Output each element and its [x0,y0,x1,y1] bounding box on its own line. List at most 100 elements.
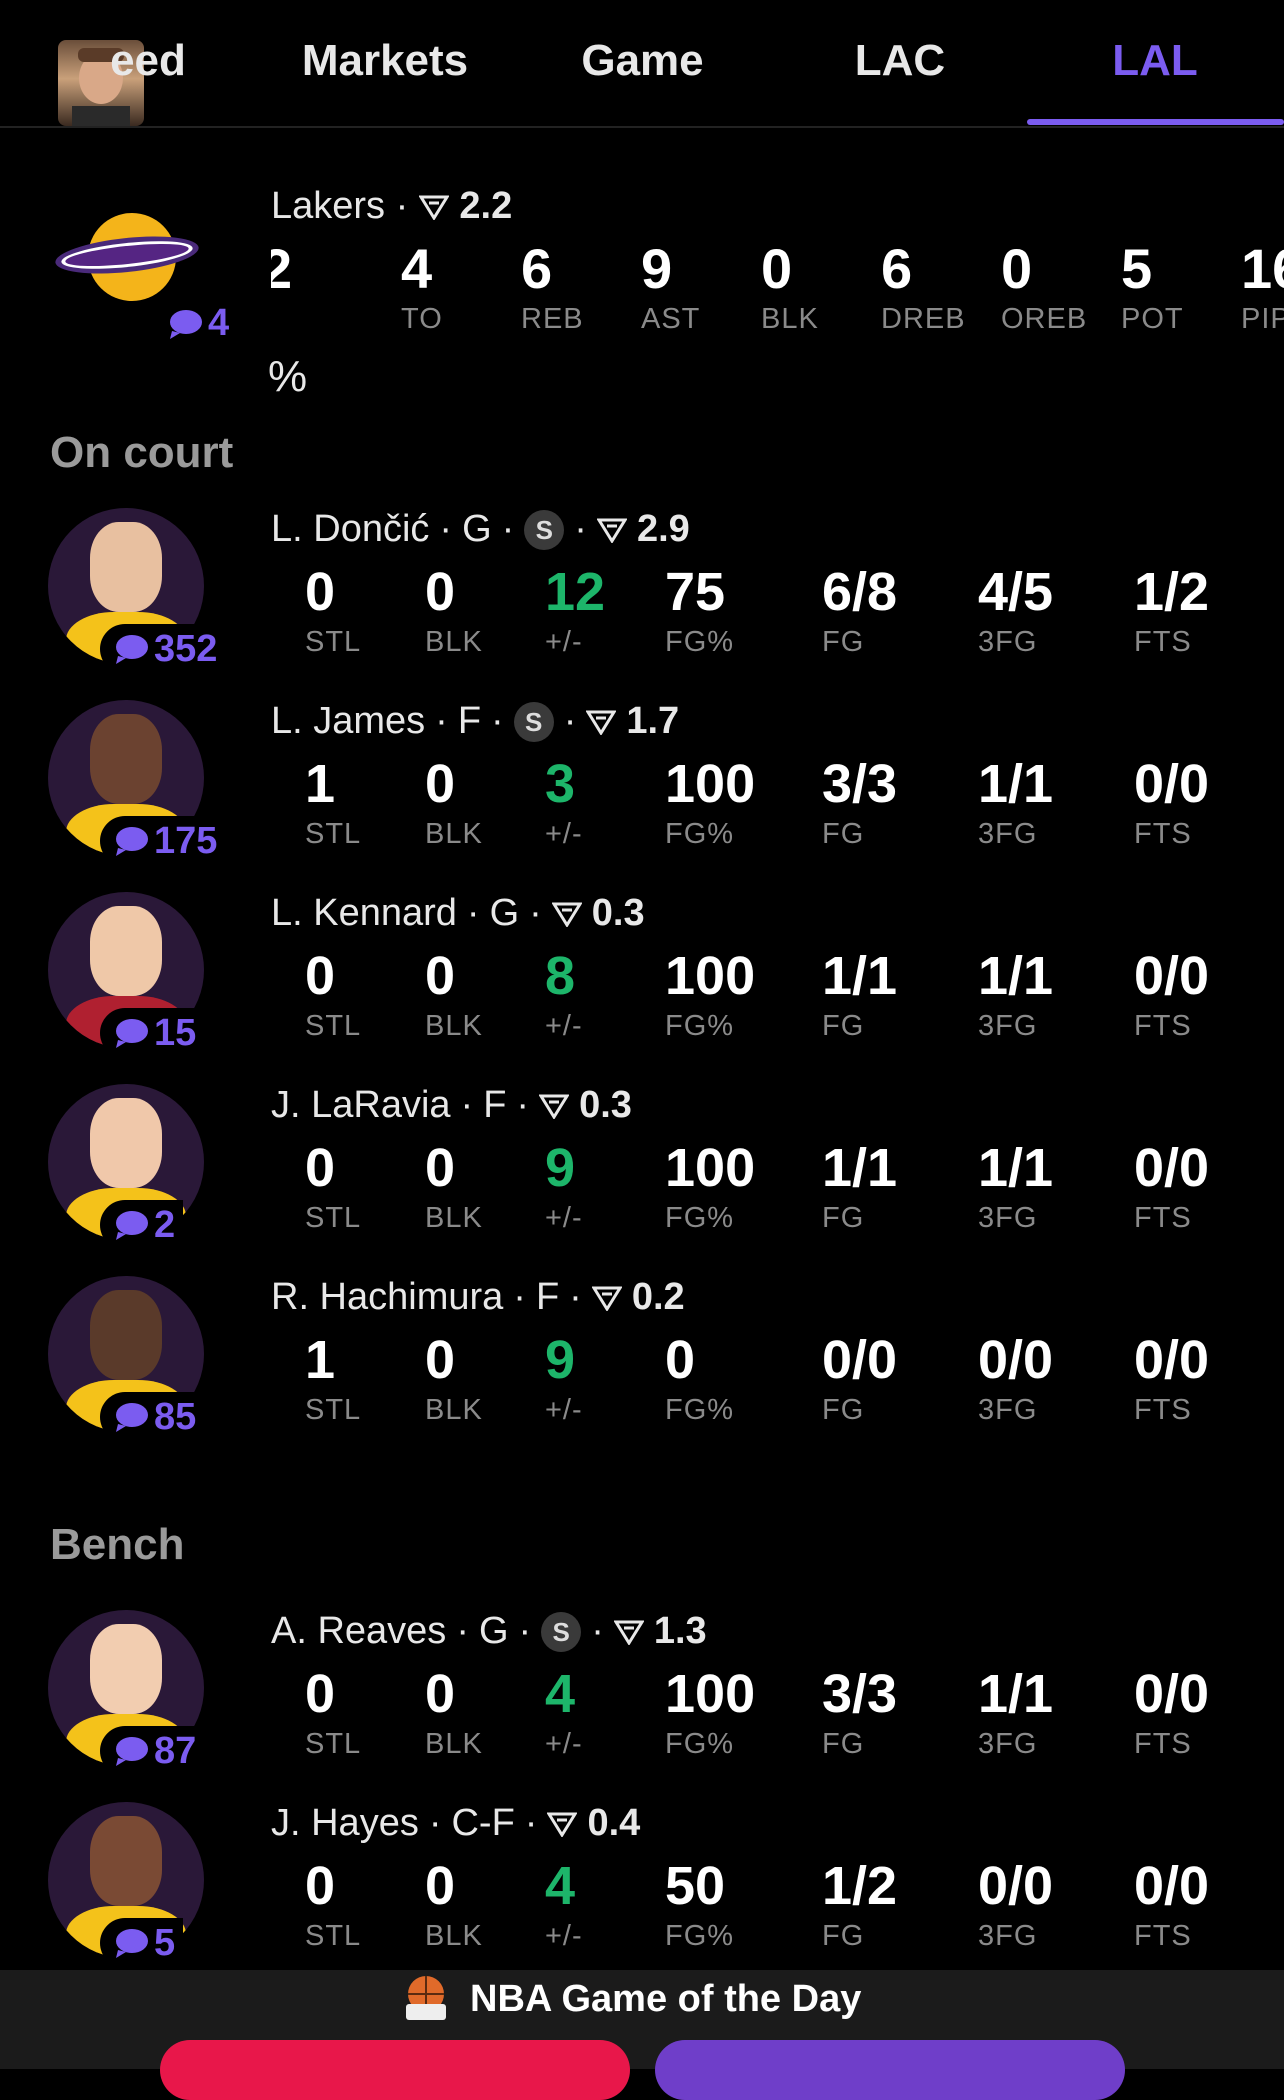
team-stat-value: 6 [521,237,553,300]
player-position: F [535,1276,560,1318]
player-row[interactable]: 175 L. James · F · S · 1.7 1 STL 0 BLK 3 +/- 100 FG% 3/3… [0,700,1284,890]
team-comment-count[interactable]: 4 [168,302,229,345]
player-stat-value: 0/0 [1134,1664,1210,1724]
player-stat-value: 4 [545,1856,576,1916]
team-stat-label: REB [521,303,584,335]
player-rating: 0.3 [591,892,645,934]
player-stat: 0 BLK [425,560,483,659]
player-stat-label: BLK [425,1010,483,1042]
player-row[interactable]: 15 L. Kennard · G · 0.3 0 STL 0 BLK 8 +/- 100 FG% 1/1 F… [0,892,1284,1082]
player-stat: 0 BLK [425,1854,483,1953]
player-row[interactable]: 352 L. Dončić · G · S · 2.9 0 STL 0 BLK 12 +/- 75 FG% 6/… [0,508,1284,698]
team-stat: 5 POT [1121,236,1231,336]
player-stat-value: 1/1 [978,754,1054,814]
player-stat: 0 BLK [425,1328,483,1427]
player-stat-value: 0 [425,1330,456,1390]
player-row[interactable]: 87 A. Reaves · G · S · 1.3 0 STL 0 BLK 4 +/- 100 FG% 3/3… [0,1610,1284,1800]
comment-icon [116,1737,148,1766]
player-face [90,1290,162,1380]
player-stat: 50 FG% [665,1854,734,1953]
player-rating: 0.3 [579,1084,632,1126]
action-button-purple[interactable] [655,2040,1125,2100]
player-stat: 0 STL [305,1854,361,1953]
player-comment-count[interactable]: 5 [100,1918,184,1968]
bottom-banner-title: NBA Game of the Day [470,1978,862,2020]
tab-feed[interactable]: eed [98,36,198,86]
rating-icon [551,902,582,927]
player-stat: 1/1 3FG [978,1662,1053,1761]
player-stat: 100 FG% [665,944,755,1043]
player-stat-value: 0/0 [1134,1330,1210,1390]
player-title: J. Hayes · C-F · 0.4 [271,1802,640,1845]
player-comment-value: 352 [154,627,218,670]
player-comment-count[interactable]: 352 [100,624,226,674]
player-stat-label: FTS [1134,1010,1192,1042]
player-stat-label: BLK [425,818,483,850]
player-stat-label: FTS [1134,818,1192,850]
player-stat-label: +/- [545,1920,583,1952]
player-comment-value: 87 [154,1729,197,1772]
player-row[interactable]: 2 J. LaRavia · F · 0.3 0 STL 0 BLK 9 +/- 100 FG% 1/1 FG… [0,1084,1284,1274]
tab-game[interactable]: Game [560,36,725,86]
player-stat-label: 3FG [978,626,1038,658]
player-face [90,906,162,996]
separator-dot: · [516,1084,530,1126]
team-stat: 0 OREB [1001,236,1111,336]
player-rating: 2.9 [636,508,690,550]
player-stat: 0 STL [305,944,361,1043]
player-stat-value: 0 [305,1856,336,1916]
player-stat-label: BLK [425,1202,483,1234]
player-stat-value: 1/1 [978,1138,1054,1198]
player-stat-label: STL [305,1010,362,1042]
player-stat-value: 3 [545,754,576,814]
comment-icon [116,827,148,856]
team-stat: 0 BLK [761,236,871,336]
player-stat-value: 0 [425,754,456,814]
comment-icon [170,309,202,339]
separator-dot: · [439,508,453,550]
player-stat-label: FG% [665,1728,735,1760]
player-comment-count[interactable]: 15 [100,1008,205,1058]
separator-dot: · [428,1802,442,1844]
rating-icon [591,1286,622,1311]
team-comment-value: 4 [208,302,230,344]
player-face [90,714,162,804]
team-stats-scroller[interactable]: 2 4TO 6REB 9AST 0BLK 6DREB 0OREB 5POT 16… [271,236,1284,346]
player-title: L. James · F · S · 1.7 [271,700,679,743]
team-stat-partial-label: % [268,352,308,401]
player-stat-label: +/- [545,626,583,658]
player-stat-label: BLK [425,1728,483,1760]
player-stat: 1 STL [305,1328,361,1427]
player-comment-count[interactable]: 87 [100,1726,205,1776]
player-stat-label: STL [305,1202,362,1234]
team-stat-label: PIP [1241,303,1284,335]
tab-lal[interactable]: LAL [1085,36,1225,86]
lakers-logo [52,205,202,305]
player-stat: 0/0 FTS [1134,944,1209,1043]
player-stat: 100 FG% [665,752,755,851]
player-comment-count[interactable]: 175 [100,816,226,866]
action-button-red[interactable] [160,2040,630,2100]
player-stat: 0/0 FTS [1134,1854,1209,1953]
player-stat: 1/1 3FG [978,752,1053,851]
player-comment-value: 2 [154,1203,176,1246]
player-rating: 1.7 [626,700,680,742]
player-stat: 1/2 FG [822,1854,897,1953]
player-title: R. Hachimura · F · 0.2 [271,1276,685,1319]
player-stat-label: BLK [425,1920,483,1952]
player-row[interactable]: 85 R. Hachimura · F · 0.2 1 STL 0 BLK 9 +/- 0 FG% 0/0 F… [0,1276,1284,1466]
player-row[interactable]: 5 J. Hayes · C-F · 0.4 0 STL 0 BLK 4 +/- 50 FG% 1/2 FG 0… [0,1802,1284,1992]
player-stat: 0 BLK [425,1136,483,1235]
separator-dot: · [491,700,504,742]
player-stat-value: 8 [545,946,576,1006]
player-stat-label: FG% [665,1010,735,1042]
team-stat-value: 9 [641,237,673,300]
separator-dot: · [466,892,480,934]
player-face [90,522,162,612]
player-comment-count[interactable]: 85 [100,1392,205,1442]
player-position: G [489,892,520,934]
tab-markets[interactable]: Markets [285,36,485,86]
player-comment-count[interactable]: 2 [100,1200,184,1250]
tab-lac[interactable]: LAC [830,36,970,86]
player-comment-value: 5 [154,1921,176,1964]
